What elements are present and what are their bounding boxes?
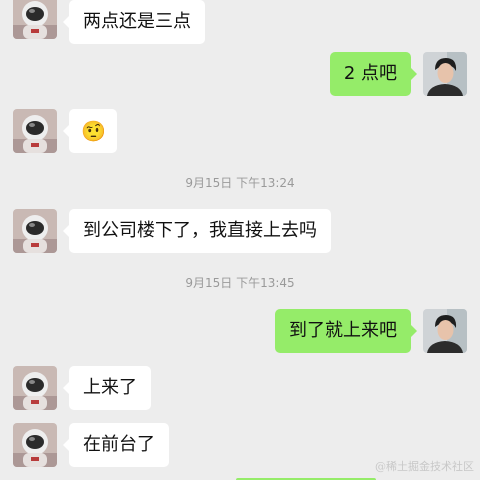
message-bubble[interactable]: 到公司楼下了，我直接上去吗 <box>63 209 331 253</box>
contact-avatar[interactable] <box>13 109 57 153</box>
contact-avatar[interactable] <box>13 0 57 39</box>
raised-eyebrow-emoji-icon: 🤨 <box>81 119 106 143</box>
message-text: 两点还是三点 <box>83 11 191 32</box>
message-bubble[interactable]: 2 点吧 <box>329 52 418 96</box>
timestamp: 9月15日 下午13:45 <box>185 276 295 290</box>
message-text: 到了就上来吧 <box>289 320 397 341</box>
message-text: 到公司楼下了，我直接上去吗 <box>83 220 317 241</box>
message-bubble[interactable]: 两点还是三点 <box>63 0 205 44</box>
message-text: 上来了 <box>83 377 137 398</box>
contact-avatar[interactable] <box>13 423 57 467</box>
contact-avatar[interactable] <box>13 366 57 410</box>
message-bubble[interactable]: 🤨 <box>63 109 117 153</box>
message-text: 在前台了 <box>83 434 155 455</box>
chat-window[interactable]: 两点还是三点 2 点吧 🤨 9月15日 下午13:24 到公司楼下了，我直接上去… <box>0 0 480 480</box>
message-bubble[interactable]: 在前台了 <box>63 423 169 467</box>
watermark: @稀土掘金技术社区 <box>375 460 474 473</box>
message-bubble[interactable]: 到了就上来吧 <box>275 309 417 353</box>
contact-avatar[interactable] <box>13 209 57 253</box>
timestamp: 9月15日 下午13:24 <box>185 176 295 190</box>
my-avatar[interactable] <box>423 309 467 353</box>
message-text: 2 点吧 <box>343 63 397 84</box>
message-bubble[interactable]: 上来了 <box>63 366 151 410</box>
my-avatar[interactable] <box>423 52 467 96</box>
